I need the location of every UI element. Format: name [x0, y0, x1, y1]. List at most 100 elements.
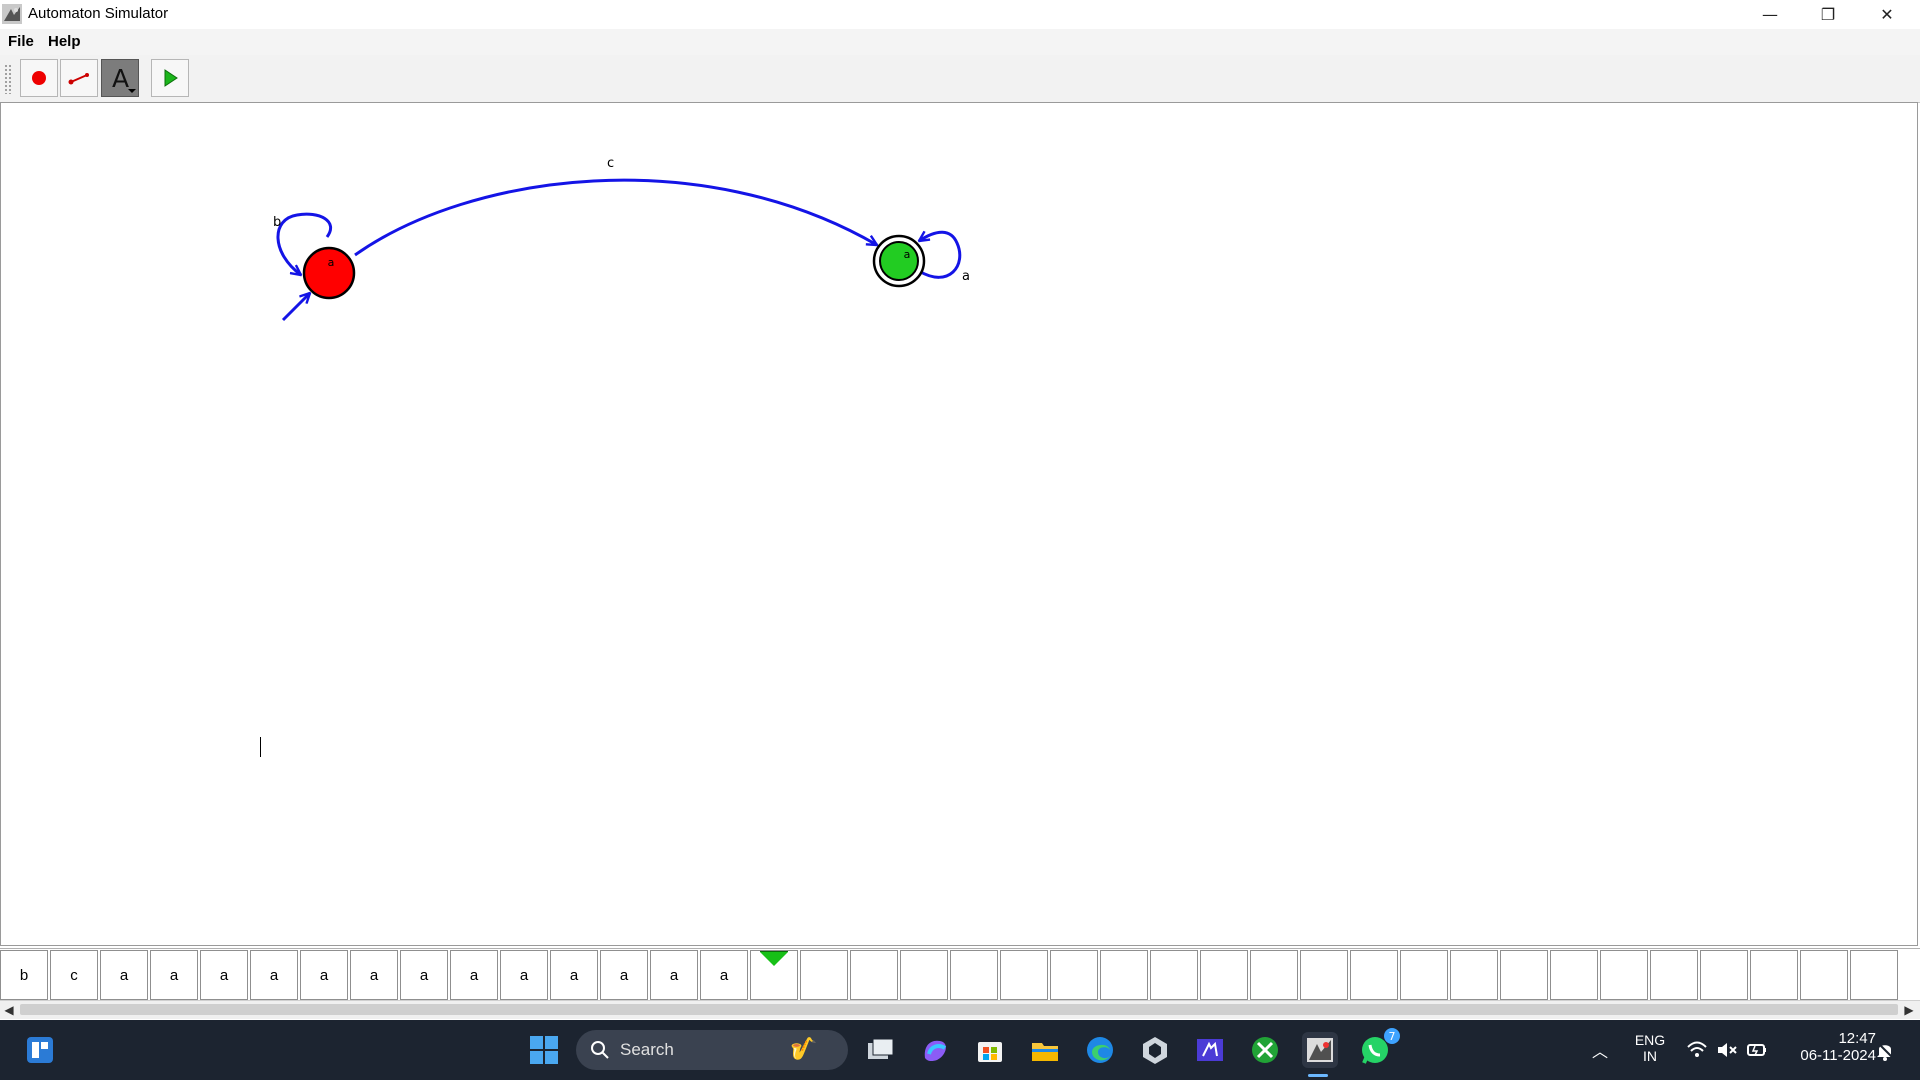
- transition-arc-c[interactable]: [354, 178, 877, 257]
- tape-cell[interactable]: a: [300, 950, 348, 1000]
- play-icon: [164, 69, 178, 87]
- tape-cell[interactable]: [1350, 950, 1398, 1000]
- scrollbar-thumb[interactable]: [20, 1004, 1898, 1015]
- automaton-canvas[interactable]: b c a a a: [0, 102, 1918, 946]
- tape-cell[interactable]: [1250, 950, 1298, 1000]
- tape-head-icon: [760, 951, 788, 966]
- scroll-left-icon[interactable]: ◀: [0, 1002, 18, 1018]
- tape-cell[interactable]: a: [350, 950, 398, 1000]
- tape-cell[interactable]: a: [150, 950, 198, 1000]
- xbox-icon[interactable]: [1247, 1032, 1283, 1068]
- notification-bell-icon[interactable]: [1874, 1039, 1896, 1061]
- volume-muted-icon[interactable]: [1716, 1040, 1738, 1060]
- tape-cell[interactable]: [1800, 950, 1848, 1000]
- tape-cell[interactable]: [1750, 950, 1798, 1000]
- active-app-indicator: [1308, 1074, 1328, 1077]
- tape-cell[interactable]: [1850, 950, 1898, 1000]
- tape-cell[interactable]: a: [400, 950, 448, 1000]
- transition-self-loop-a[interactable]: [919, 232, 962, 279]
- search-icon: [591, 1041, 609, 1059]
- state-start[interactable]: a: [302, 246, 356, 300]
- text-caret: [260, 737, 261, 757]
- tape-cell[interactable]: [1550, 950, 1598, 1000]
- start-menu-icon[interactable]: [526, 1032, 562, 1068]
- tape-cell[interactable]: [1050, 950, 1098, 1000]
- red-circle-icon: [32, 71, 46, 85]
- tape-cell[interactable]: [900, 950, 948, 1000]
- visual-studio-icon[interactable]: [1192, 1032, 1228, 1068]
- file-explorer-icon[interactable]: [1027, 1032, 1063, 1068]
- battery-icon[interactable]: [1746, 1040, 1768, 1060]
- clock[interactable]: 12:47 06-11-2024: [1780, 1030, 1876, 1064]
- tape-cell[interactable]: a: [700, 950, 748, 1000]
- clock-date: 06-11-2024: [1800, 1047, 1876, 1064]
- automaton-simulator-taskbar-icon[interactable]: [1302, 1032, 1338, 1068]
- taskbar-search[interactable]: Search 🎷: [576, 1030, 848, 1070]
- transition-tool-button[interactable]: [60, 59, 98, 97]
- tape-cell[interactable]: a: [500, 950, 548, 1000]
- toolbar-grip[interactable]: [4, 64, 12, 94]
- tape-scrollbar[interactable]: ◀ ▶: [0, 1000, 1920, 1019]
- search-highlight-icon: 🎷: [790, 1036, 818, 1061]
- window-title: Automaton Simulator: [28, 5, 169, 22]
- transition-label-b: b: [273, 215, 281, 230]
- minimize-button[interactable]: —: [1741, 0, 1799, 29]
- restore-button[interactable]: ❐: [1799, 0, 1857, 29]
- task-view-icon[interactable]: [862, 1032, 898, 1068]
- tape-cell[interactable]: [1700, 950, 1748, 1000]
- tape-cell[interactable]: [1450, 950, 1498, 1000]
- language-indicator[interactable]: ENG IN: [1628, 1032, 1672, 1064]
- lang-bottom: IN: [1643, 1048, 1657, 1064]
- tape-cell[interactable]: b: [0, 950, 48, 1000]
- text-tool-button[interactable]: A: [101, 59, 139, 97]
- widgets-icon[interactable]: [22, 1032, 58, 1068]
- search-placeholder: Search: [620, 1040, 674, 1059]
- tape-cell[interactable]: [1150, 950, 1198, 1000]
- tape-cell[interactable]: [1300, 950, 1348, 1000]
- letter-a-icon: A: [112, 64, 130, 93]
- state-final[interactable]: a: [872, 234, 926, 288]
- line-tool-icon: [68, 73, 89, 85]
- tape-cell[interactable]: a: [250, 950, 298, 1000]
- tape-cell[interactable]: [1650, 950, 1698, 1000]
- copilot-icon[interactable]: [917, 1032, 953, 1068]
- state-final-label: a: [904, 248, 911, 261]
- app-icon: [2, 4, 22, 24]
- lang-top: ENG: [1634, 1032, 1666, 1048]
- unity-hub-icon[interactable]: [1137, 1032, 1173, 1068]
- microsoft-store-icon[interactable]: [972, 1032, 1008, 1068]
- whatsapp-badge: 7: [1384, 1028, 1400, 1044]
- close-button[interactable]: ✕: [1858, 0, 1916, 29]
- tape-cell[interactable]: [1100, 950, 1148, 1000]
- show-hidden-icons-icon[interactable]: ︿: [1592, 1038, 1608, 1062]
- menu-bar: File Help: [0, 29, 1920, 55]
- tape-cell[interactable]: [1500, 950, 1548, 1000]
- tape-cell[interactable]: [950, 950, 998, 1000]
- automaton-diagram: b c a a a: [273, 156, 970, 322]
- menu-help[interactable]: Help: [48, 33, 81, 50]
- tape-cell[interactable]: [850, 950, 898, 1000]
- toolbar: A: [0, 55, 1920, 103]
- tape-cell[interactable]: a: [600, 950, 648, 1000]
- tape-cell[interactable]: a: [450, 950, 498, 1000]
- tape-cell[interactable]: a: [650, 950, 698, 1000]
- edge-browser-icon[interactable]: [1082, 1032, 1118, 1068]
- tape-cell[interactable]: a: [100, 950, 148, 1000]
- tape-cell[interactable]: [1400, 950, 1448, 1000]
- run-simulation-button[interactable]: [151, 59, 189, 97]
- initial-state-arrow: [281, 293, 310, 322]
- taskbar: Search 🎷 7 ︿ ENG IN 12:47 06-11-2024: [0, 1020, 1920, 1080]
- input-tape[interactable]: bcaaaaaaaaaaaaa: [0, 948, 1920, 1001]
- tape-cell[interactable]: [800, 950, 848, 1000]
- scroll-right-icon[interactable]: ▶: [1900, 1002, 1918, 1018]
- tape-cell[interactable]: [1600, 950, 1648, 1000]
- tape-cell[interactable]: a: [200, 950, 248, 1000]
- tape-cell[interactable]: c: [50, 950, 98, 1000]
- menu-file[interactable]: File: [8, 33, 34, 50]
- dropdown-triangle-icon: [128, 89, 136, 93]
- wifi-icon[interactable]: [1686, 1040, 1708, 1060]
- tape-cell[interactable]: a: [550, 950, 598, 1000]
- tape-cell[interactable]: [1000, 950, 1048, 1000]
- state-tool-button[interactable]: [20, 59, 58, 97]
- tape-cell[interactable]: [1200, 950, 1248, 1000]
